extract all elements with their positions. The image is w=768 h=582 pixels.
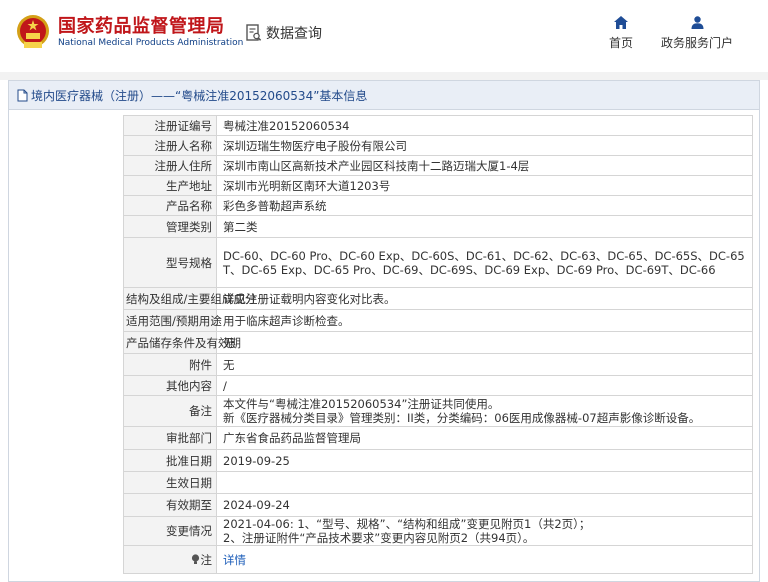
field-label: 注册人名称 (123, 135, 217, 156)
field-value: 详见注册证载明内容变化对比表。 (216, 287, 753, 310)
field-label: 适用范围/预期用途 (123, 309, 222, 332)
field-value: 彩色多普勒超声系统 (216, 195, 753, 216)
field-value: 详情 (216, 545, 753, 574)
table-row: 批准日期 2019-09-25 (123, 449, 753, 472)
field-label: 管理类别 (123, 215, 217, 238)
field-label: 产品储存条件及有效期 (123, 331, 241, 354)
field-value: 2019-09-25 (216, 449, 753, 472)
field-label: 注册人住所 (123, 155, 217, 176)
agency-name-en[interactable]: National Medical Products Administration (58, 38, 243, 48)
person-icon (691, 16, 703, 29)
table-row: 注册证编号 粤械注准20152060534 (123, 115, 753, 136)
field-label: 结构及组成/主要组成成分 (123, 287, 256, 310)
agency-name-cn[interactable]: 国家药品监督管理局 (58, 12, 225, 38)
field-value: 广东省食品药品监督管理局 (216, 426, 753, 450)
field-value: 粤械注准20152060534 (216, 115, 753, 136)
table-row: 管理类别 第二类 (123, 215, 753, 238)
field-value: 本文件与“粤械注准20152060534”注册证共同使用。 新《医疗器械分类目录… (216, 395, 753, 427)
table-row: 变更情况 2021-04-06: 1、“型号、规格”、“结构和组成”变更见附页1… (123, 516, 753, 546)
nav-home-label: 首页 (608, 36, 633, 50)
lightbulb-icon (191, 553, 199, 564)
field-label: 附件 (123, 353, 217, 376)
table-row: 生效日期 (123, 471, 753, 494)
page-background-bar (0, 72, 768, 80)
table-row: 结构及组成/主要组成成分 详见注册证载明内容变化对比表。 (123, 287, 753, 310)
table-row: 生产地址 深圳市光明新区南环大道1203号 (123, 175, 753, 196)
field-label: 审批部门 (123, 426, 217, 450)
field-value (216, 471, 753, 494)
table-row: 有效期至 2024-09-24 (123, 493, 753, 517)
change-line: 2、注册证附件“产品技术要求”变更内容见附页2（共94页）。 (223, 531, 535, 545)
panel-title-bar: 境内医疗器械（注册）——“粤械注准20152060534”基本信息 (9, 81, 759, 110)
field-value: 2024-09-24 (216, 493, 753, 517)
document-search-icon (246, 24, 262, 41)
registration-info-table: 注册证编号 粤械注准20152060534 注册人名称 深圳迈瑞生物医疗电子股份… (123, 115, 753, 574)
data-query-link[interactable]: 数据查询 (246, 23, 322, 43)
field-value: 无 (216, 353, 753, 376)
table-row: 产品储存条件及有效期 无 (123, 331, 753, 354)
field-value: / (216, 375, 753, 396)
table-row: 适用范围/预期用途 用于临床超声诊断检查。 (123, 309, 753, 332)
table-row: 其他内容 / (123, 375, 753, 396)
national-emblem-icon (17, 15, 49, 48)
remark-line: 新《医疗器械分类目录》管理类别：II类，分类编码：06医用成像器械-07超声影像… (223, 411, 701, 425)
site-header: 国家药品监督管理局 National Medical Products Admi… (0, 0, 768, 72)
panel-title: 境内医疗器械（注册）——“粤械注准20152060534”基本信息 (31, 88, 368, 103)
remark-line: 本文件与“粤械注准20152060534”注册证共同使用。 (223, 397, 500, 411)
details-link[interactable]: 详情 (223, 553, 246, 567)
field-value: 无 (216, 331, 753, 354)
field-value: 第二类 (216, 215, 753, 238)
document-icon (17, 89, 28, 101)
note-label: 注 (200, 552, 213, 567)
table-row: 审批部门 广东省食品药品监督管理局 (123, 426, 753, 450)
field-label: 注册证编号 (123, 115, 217, 136)
table-row: 注册人住所 深圳市南山区高新技术产业园区科技南十二路迈瑞大厦1-4层 (123, 155, 753, 176)
table-row: 产品名称 彩色多普勒超声系统 (123, 195, 753, 216)
table-row: 型号规格 DC-60、DC-60 Pro、DC-60 Exp、DC-60S、DC… (123, 237, 753, 288)
data-query-label: 数据查询 (266, 26, 322, 42)
field-label: 产品名称 (123, 195, 217, 216)
field-value: DC-60、DC-60 Pro、DC-60 Exp、DC-60S、DC-61、D… (216, 237, 753, 288)
table-row: 注册人名称 深圳迈瑞生物医疗电子股份有限公司 (123, 135, 753, 156)
field-label: 有效期至 (123, 493, 217, 517)
change-line: 2021-04-06: 1、“型号、规格”、“结构和组成”变更见附页1（共2页）… (223, 517, 591, 531)
field-value: 用于临床超声诊断检查。 (216, 309, 753, 332)
nav-service-portal[interactable]: 政务服务门户 (654, 16, 740, 51)
field-label: 型号规格 (123, 237, 217, 288)
field-label: 其他内容 (123, 375, 217, 396)
field-label: 备注 (123, 395, 217, 427)
info-panel: 境内医疗器械（注册）——“粤械注准20152060534”基本信息 注册证编号 … (8, 80, 760, 582)
field-label: 注 (123, 545, 217, 574)
nav-home[interactable]: 首页 (606, 16, 636, 51)
field-value: 深圳市光明新区南环大道1203号 (216, 175, 753, 196)
field-label: 批准日期 (123, 449, 217, 472)
field-value: 2021-04-06: 1、“型号、规格”、“结构和组成”变更见附页1（共2页）… (216, 516, 753, 546)
field-value: 深圳迈瑞生物医疗电子股份有限公司 (216, 135, 753, 156)
field-value: 深圳市南山区高新技术产业园区科技南十二路迈瑞大厦1-4层 (216, 155, 753, 176)
home-icon (614, 16, 628, 29)
field-label: 生产地址 (123, 175, 217, 196)
table-row: 备注 本文件与“粤械注准20152060534”注册证共同使用。 新《医疗器械分… (123, 395, 753, 427)
table-row: 附件 无 (123, 353, 753, 376)
field-label: 生效日期 (123, 471, 217, 494)
table-row: 注 详情 (123, 545, 753, 574)
nav-portal-label: 政务服务门户 (660, 36, 733, 50)
field-label: 变更情况 (123, 516, 217, 546)
